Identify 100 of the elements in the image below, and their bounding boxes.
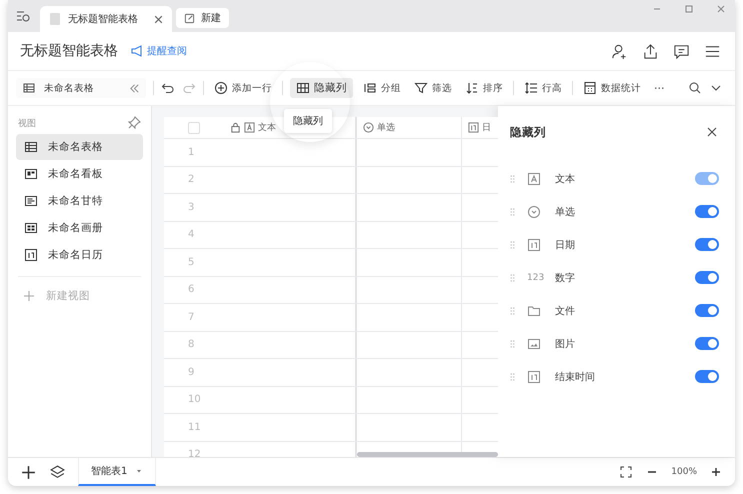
layers-icon[interactable]	[49, 464, 66, 480]
row-number: 6	[188, 284, 194, 296]
file-field-icon	[527, 304, 541, 318]
gallery-view-icon	[24, 221, 38, 235]
reminder-link[interactable]: 提醒查阅	[130, 44, 187, 58]
search-icon[interactable]	[688, 81, 702, 95]
kanban-view-icon	[24, 167, 38, 181]
zoom-level: 100%	[671, 467, 697, 477]
field-name: 图片	[555, 338, 576, 350]
drag-handle-icon[interactable]	[510, 206, 515, 216]
lock-icon	[230, 122, 241, 133]
sort-icon	[465, 81, 479, 95]
toolbar-button[interactable]: 添加一行	[211, 78, 275, 98]
window-tab[interactable]: 无标题智能表格	[40, 6, 172, 32]
close-icon[interactable]	[153, 14, 164, 24]
row-number: 7	[188, 312, 194, 323]
row-number: 12	[188, 449, 201, 457]
maximize-icon[interactable]	[684, 4, 694, 14]
row-number: 9	[188, 366, 194, 378]
tooltip: 隐藏列	[284, 109, 332, 133]
toolbar-button[interactable]: 数据统计	[580, 78, 644, 98]
row-number: 5	[188, 256, 194, 268]
number-field-icon: 123	[527, 272, 543, 282]
document-title: 无标题智能表格	[20, 42, 118, 60]
add-icon	[214, 81, 228, 95]
toggle-switch[interactable]	[695, 370, 719, 383]
toolbar-button[interactable]: 分组	[360, 78, 404, 98]
toggle-switch[interactable]	[695, 271, 719, 284]
edit-icon	[184, 12, 195, 24]
table-icon	[22, 81, 36, 95]
row-number: 1	[188, 146, 194, 158]
group-icon	[363, 81, 377, 95]
drag-handle-icon[interactable]	[510, 372, 515, 382]
toggle-switch[interactable]	[695, 304, 719, 317]
toggle-switch[interactable]	[695, 238, 719, 251]
toolbar-button[interactable]: 行高	[521, 78, 565, 98]
row-number: 3	[188, 202, 194, 213]
drag-handle-icon[interactable]	[510, 272, 515, 282]
select-field-icon	[527, 204, 541, 218]
drag-handle-icon[interactable]	[510, 338, 515, 348]
field-name: 结束时间	[555, 370, 596, 384]
toolbar-button[interactable]: 排序	[462, 78, 506, 98]
fullscreen-icon[interactable]	[619, 465, 634, 479]
rowheight-icon	[524, 81, 538, 95]
toolbar-button[interactable]: 筛选	[411, 78, 455, 98]
image-field-icon	[527, 336, 541, 350]
column-header[interactable]: 日	[462, 117, 498, 138]
zoom-in-icon[interactable]	[709, 465, 723, 479]
text-field-icon	[244, 122, 255, 133]
field-name: 文件	[555, 304, 576, 318]
row-number: 11	[188, 422, 201, 433]
select-all-checkbox[interactable]	[188, 122, 200, 134]
drag-handle-icon[interactable]	[510, 174, 515, 184]
add-icon[interactable]	[20, 464, 37, 480]
drag-handle-icon[interactable]	[510, 306, 515, 316]
date-field-icon	[527, 370, 541, 384]
collapse-icon[interactable]	[129, 82, 140, 94]
field-name: 单选	[555, 206, 576, 218]
gantt-view-icon	[24, 194, 38, 208]
more-button[interactable]: ···	[651, 78, 668, 98]
view-item[interactable]: 未命名表格	[16, 134, 143, 160]
toolbar-button[interactable]: 隐藏列	[290, 78, 353, 98]
row-number: 10	[188, 394, 201, 406]
add-user-icon[interactable]	[611, 42, 628, 60]
view-item[interactable]: 未命名甘特	[16, 188, 143, 214]
row-number: 8	[188, 339, 194, 350]
sidebar-heading: 视图	[18, 118, 36, 130]
close-icon[interactable]	[705, 125, 719, 139]
calendar-view-icon	[24, 248, 38, 262]
window-tab[interactable]: 新建	[176, 8, 229, 28]
share-icon[interactable]	[642, 42, 659, 60]
pin-icon[interactable]	[127, 116, 141, 130]
panel-title: 隐藏列	[510, 124, 546, 140]
toggle-switch[interactable]	[695, 205, 719, 218]
date-field-icon	[527, 238, 541, 252]
grid-view-icon	[24, 140, 38, 154]
history-icon[interactable]	[16, 9, 30, 23]
horizontal-scrollbar[interactable]	[357, 452, 498, 457]
view-item[interactable]: 未命名日历	[16, 242, 143, 268]
document-icon	[48, 12, 62, 26]
sheet-tab[interactable]: 智能表1	[78, 458, 156, 486]
column-header[interactable]: 单选	[357, 117, 462, 138]
table-name-field[interactable]: 未命名表格	[16, 78, 146, 98]
filter-icon	[414, 81, 428, 95]
row-number: 4	[188, 229, 194, 240]
toggle-switch[interactable]	[695, 337, 719, 350]
date-field-icon	[468, 122, 479, 133]
field-name: 日期	[555, 238, 576, 252]
view-item[interactable]: 未命名看板	[16, 161, 143, 187]
dropdown-caret-icon[interactable]	[135, 467, 144, 475]
megaphone-icon	[130, 44, 144, 58]
view-item[interactable]: 未命名画册	[16, 215, 143, 241]
field-name: 文本	[555, 172, 576, 186]
undo-icon[interactable]	[161, 81, 175, 95]
field-name: 数字	[555, 272, 576, 284]
comment-icon[interactable]	[673, 42, 690, 60]
plus-icon	[22, 289, 36, 303]
select-field-icon	[363, 122, 374, 133]
row-number: 2	[188, 174, 194, 186]
drag-handle-icon[interactable]	[510, 240, 515, 250]
